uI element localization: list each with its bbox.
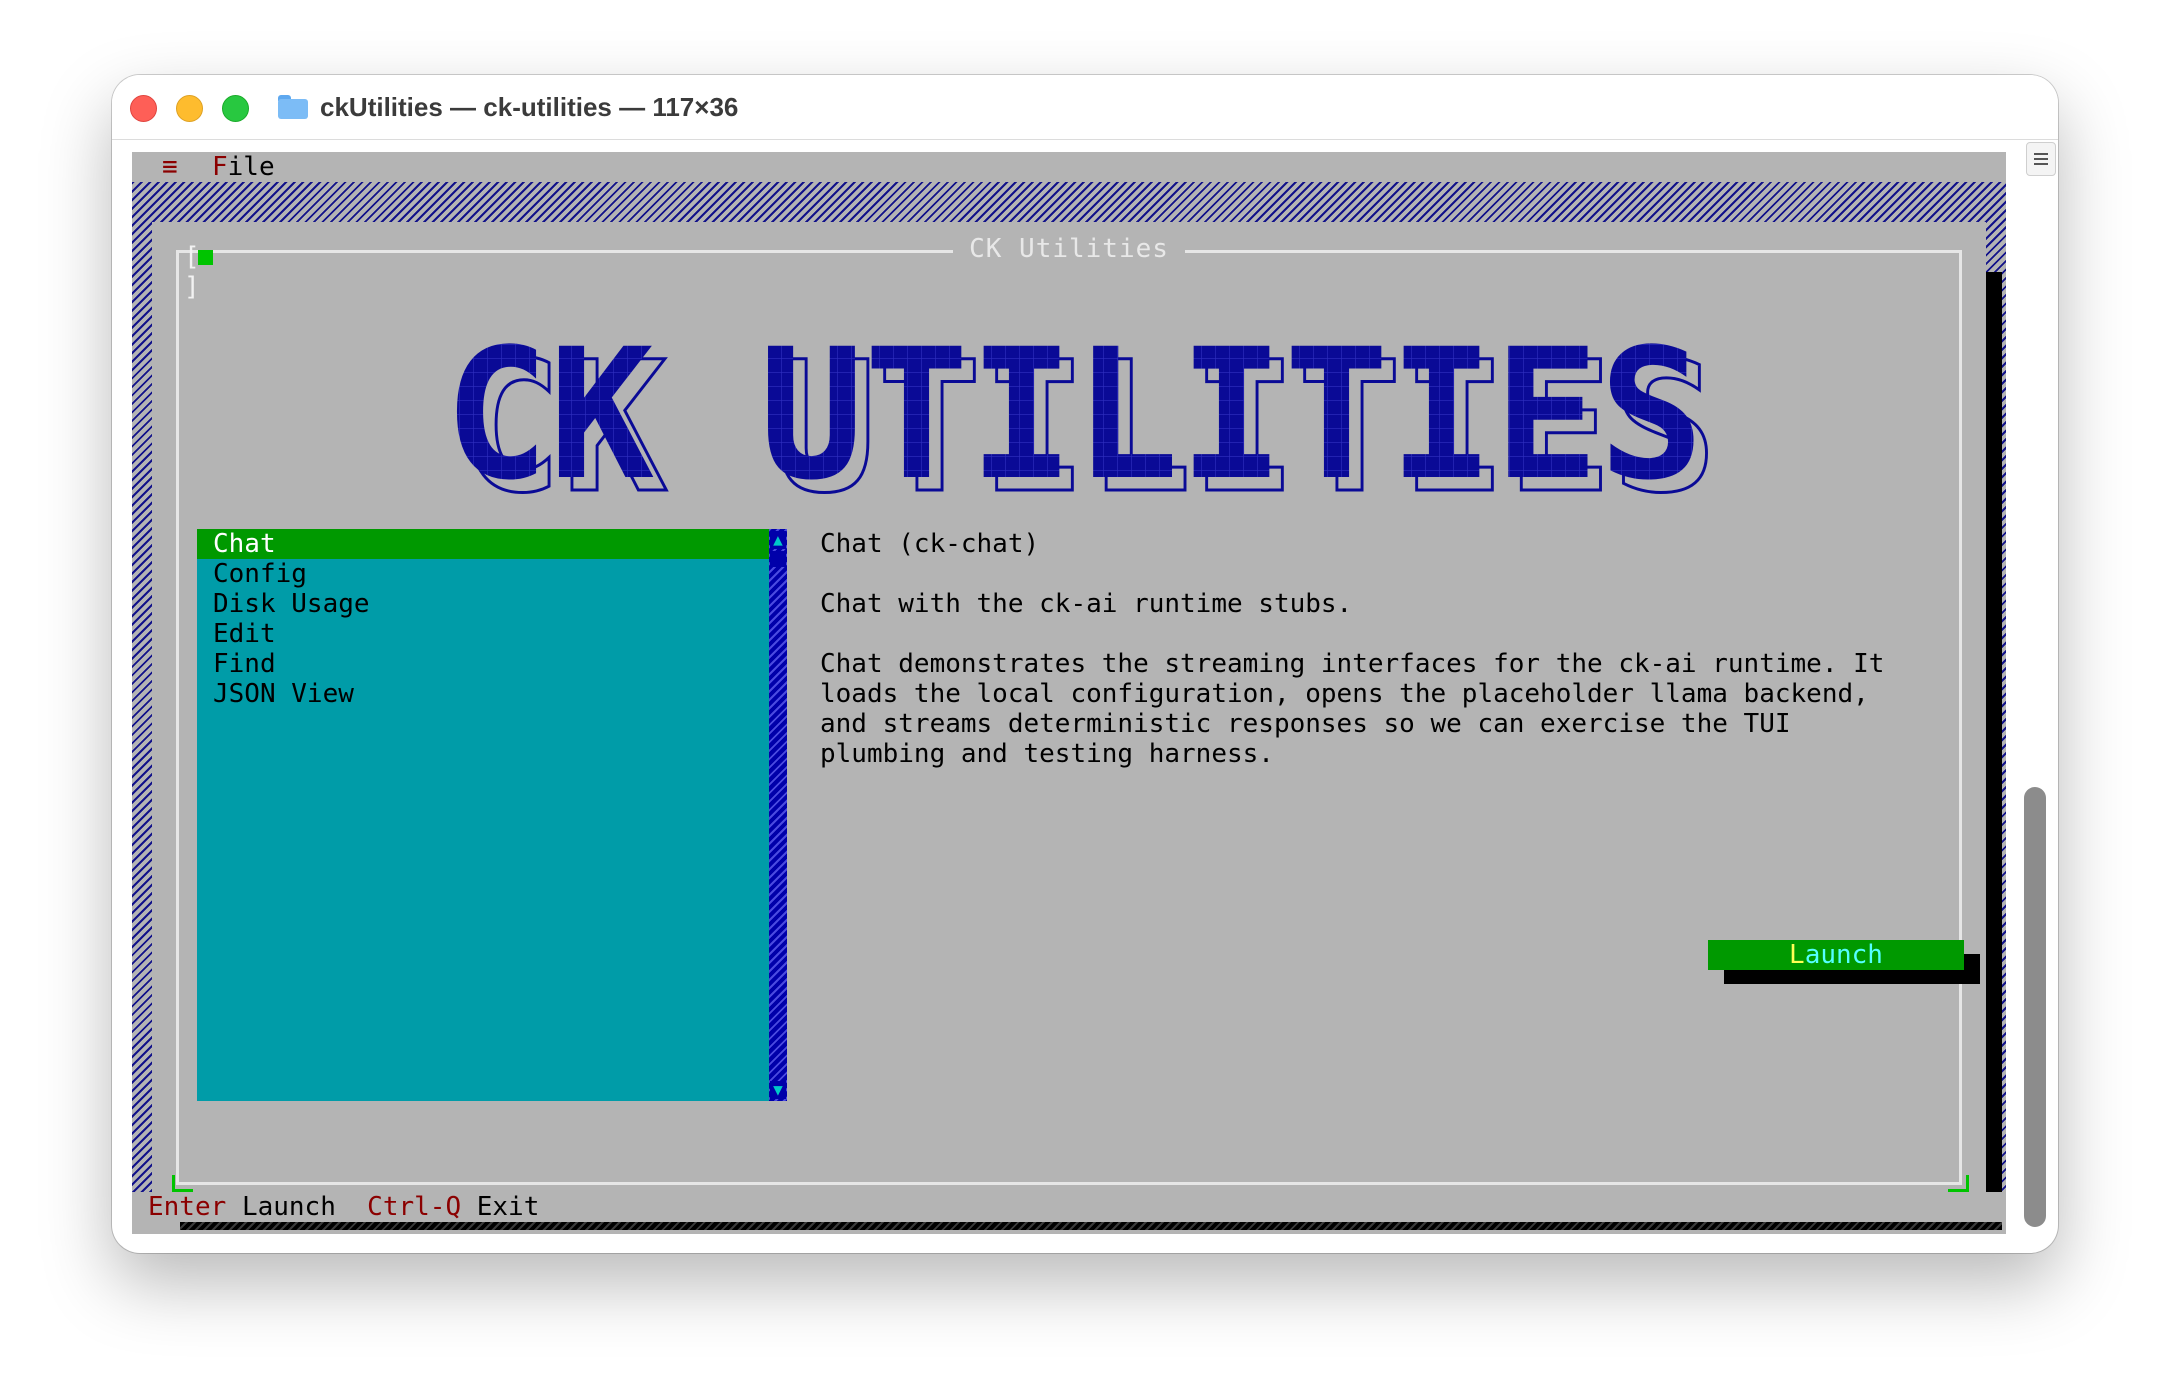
close-window-button[interactable]: [130, 95, 157, 122]
terminal-sidebar-icon[interactable]: [2026, 142, 2056, 176]
scroll-down-icon[interactable]: ▼: [770, 1081, 786, 1099]
logo-main-text: CK UTILITIES: [444, 317, 1704, 497]
zoom-window-button[interactable]: [222, 95, 249, 122]
launch-button[interactable]: Launch: [1708, 940, 1964, 970]
menu-file-label: ile: [227, 152, 275, 182]
minimize-window-button[interactable]: [176, 95, 203, 122]
launch-label: aunch: [1804, 940, 1883, 970]
resize-handle[interactable]: [1948, 1175, 1969, 1192]
launch-hotkey: L: [1789, 940, 1805, 970]
utility-info-panel: Chat (ck-chat) Chat with the ck-ai runti…: [820, 529, 1960, 799]
list-item-chat[interactable]: Chat: [197, 529, 769, 559]
hamburger-menu-icon[interactable]: ≡: [162, 152, 178, 182]
status-enter-label[interactable]: Launch: [242, 1192, 336, 1222]
list-item-json-view[interactable]: JSON View: [197, 679, 787, 709]
menu-file-hotkey: F: [212, 152, 228, 182]
info-summary: Chat with the ck-ai runtime stubs.: [820, 589, 1353, 619]
folder-icon: [278, 95, 308, 119]
window-scrollbar-thumb[interactable]: [2024, 787, 2046, 1227]
list-item-disk-usage[interactable]: Disk Usage: [197, 589, 787, 619]
dialog-shadow: [1986, 272, 2002, 1222]
status-quit-key[interactable]: Ctrl-Q: [367, 1192, 461, 1222]
utility-list[interactable]: Chat Config Disk Usage Edit Find JSON Vi…: [197, 529, 787, 1101]
title-bar: ckUtilities — ck-utilities — 117×36: [112, 75, 2058, 140]
menu-file[interactable]: File: [212, 152, 275, 182]
status-quit-label[interactable]: Exit: [477, 1192, 540, 1222]
status-bar: Enter Launch Ctrl-Q Exit: [132, 1192, 2006, 1222]
dialog-title: CK Utilities: [953, 232, 1185, 266]
list-item-find[interactable]: Find: [197, 649, 787, 679]
terminal-window: ckUtilities — ck-utilities — 117×36 ≡ Fi…: [112, 75, 2058, 1253]
scroll-up-icon[interactable]: ▲: [770, 531, 786, 549]
dialog-close-button[interactable]: [ ]: [184, 242, 224, 302]
status-enter-key[interactable]: Enter: [148, 1192, 226, 1222]
list-item-edit[interactable]: Edit: [197, 619, 787, 649]
frame-corner-bottom-left: [172, 1175, 193, 1192]
close-box-indicator: [198, 250, 213, 265]
window-title-group: ckUtilities — ck-utilities — 117×36: [278, 75, 738, 139]
window-scrollbar[interactable]: [2024, 185, 2046, 1245]
dialog-title-wrap: CK Utilities: [152, 232, 1986, 266]
list-scroll-thumb[interactable]: [770, 551, 786, 567]
info-description: Chat demonstrates the streaming interfac…: [820, 649, 1885, 769]
desktop-background: CK Utilities [ ] CK UTILITIES CK UTILITI…: [132, 182, 2006, 1230]
list-item-config[interactable]: Config: [197, 559, 787, 589]
ck-utilities-logo: CK UTILITIES CK UTILITIES: [444, 317, 1719, 497]
info-heading: Chat (ck-chat): [820, 529, 1040, 559]
terminal-screen: ≡ File CK Utilities [ ] CK UTILITIES CK …: [132, 152, 2006, 1234]
window-title: ckUtilities — ck-utilities — 117×36: [320, 91, 739, 122]
list-scrollbar[interactable]: ▲ ▼: [769, 529, 787, 1101]
ck-utilities-dialog: CK Utilities [ ] CK UTILITIES CK UTILITI…: [152, 222, 1986, 1202]
menu-bar: ≡ File: [132, 152, 2006, 182]
